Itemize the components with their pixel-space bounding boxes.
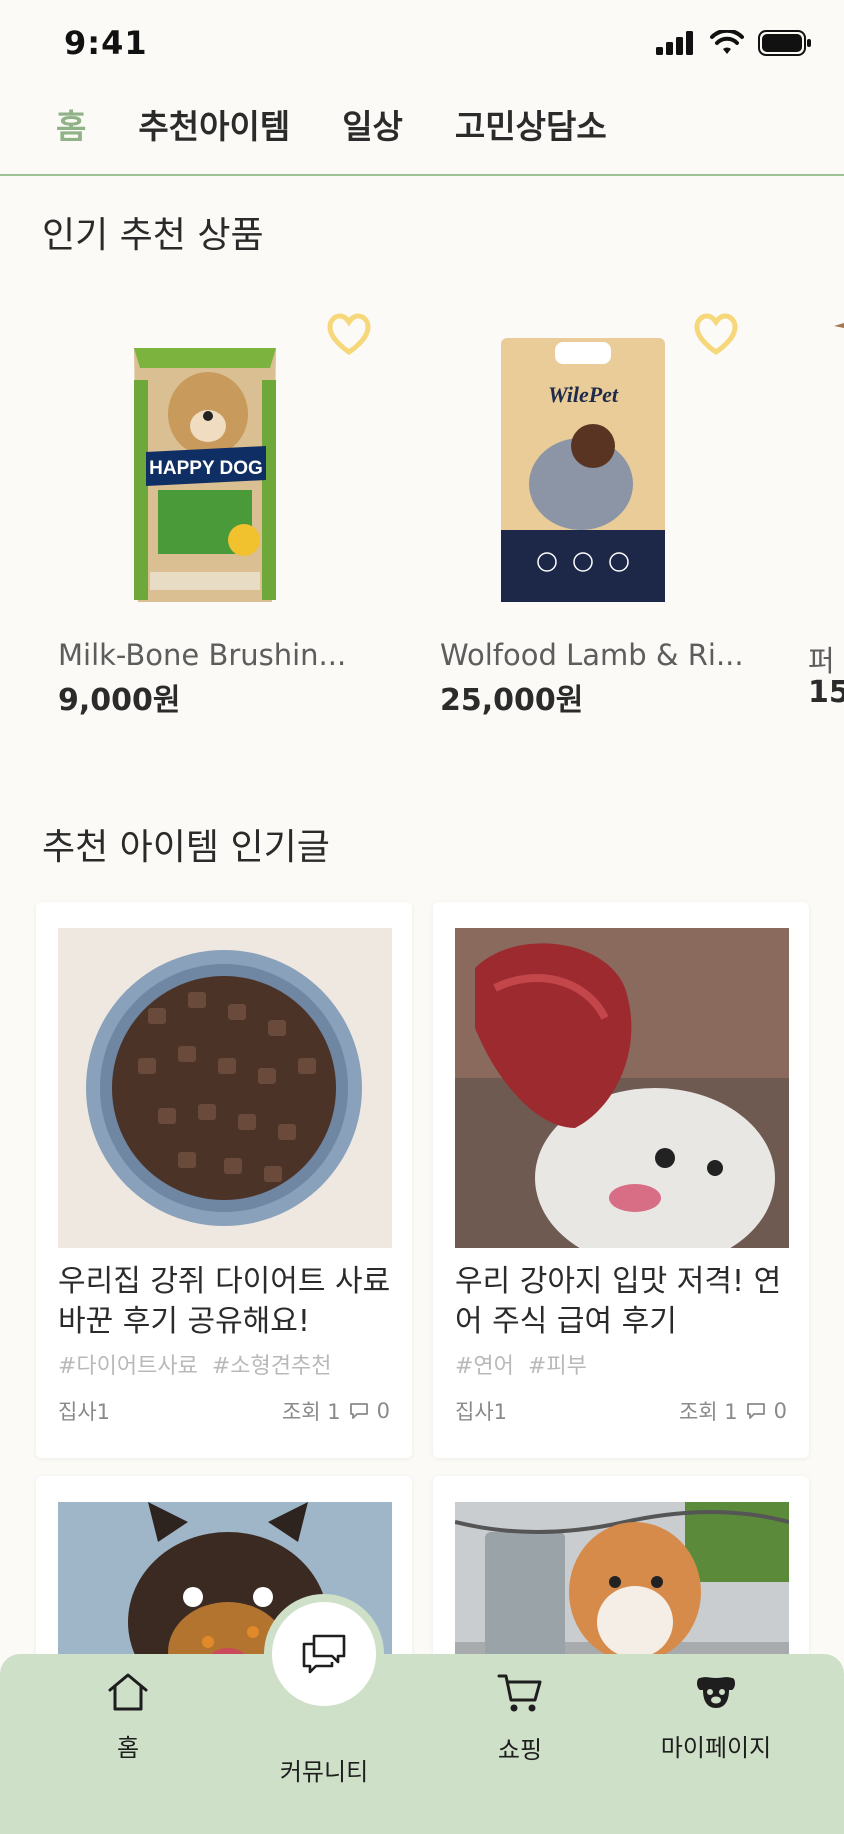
post-image bbox=[58, 928, 392, 1248]
status-icons bbox=[656, 30, 812, 56]
svg-text:WilePet: WilePet bbox=[548, 382, 619, 407]
post-stats: 조회 1 0 bbox=[679, 1396, 787, 1426]
tab-daily[interactable]: 일상 bbox=[342, 100, 403, 148]
post-stats: 조회 1 0 bbox=[282, 1396, 390, 1426]
product-image: WilePet bbox=[501, 338, 665, 602]
product-image bbox=[834, 323, 844, 328]
post-card[interactable]: 우리 강아지 입맛 저격! 연어 주식 급여 후기 #연어 #피부 집사1 조회… bbox=[433, 902, 809, 1458]
chat-icon bbox=[302, 1634, 346, 1674]
nav-label: 커뮤니티 bbox=[279, 1758, 369, 1786]
post-title: 우리 강아지 입맛 저격! 연어 주식 급여 후기 bbox=[455, 1264, 782, 1339]
signal-icon bbox=[656, 31, 693, 55]
post-tags: #다이어트사료 #소형견추천 bbox=[58, 1348, 332, 1380]
tab-home[interactable]: 홈 bbox=[56, 100, 86, 148]
tab-recommended-items[interactable]: 추천아이템 bbox=[138, 100, 290, 148]
home-icon bbox=[108, 1673, 148, 1711]
heart-icon[interactable] bbox=[693, 312, 739, 356]
comment-icon bbox=[746, 1403, 765, 1419]
heart-icon[interactable] bbox=[326, 312, 372, 356]
post-comment-count: 0 bbox=[376, 1399, 390, 1423]
product-image: HAPPY DOG bbox=[134, 348, 276, 602]
product-price: 15, bbox=[808, 675, 844, 710]
bottom-nav: 홈 커뮤니티 쇼핑 마이페이지 bbox=[0, 1654, 844, 1834]
post-card[interactable] bbox=[433, 1476, 809, 1676]
nav-label: 쇼핑 bbox=[497, 1736, 543, 1764]
top-tabs: 홈 추천아이템 일상 고민상담소 bbox=[0, 100, 844, 176]
status-time: 9:41 bbox=[64, 24, 148, 62]
product-name: 퍼 bbox=[808, 644, 835, 678]
nav-community[interactable]: 커뮤니티 bbox=[224, 1740, 424, 1787]
svg-text:HAPPY DOG: HAPPY DOG bbox=[149, 458, 263, 479]
post-tag[interactable]: #피부 bbox=[528, 1354, 587, 1379]
post-image bbox=[455, 1502, 789, 1676]
popular-products-title: 인기 추천 상품 bbox=[42, 215, 264, 256]
dog-face-icon bbox=[697, 1677, 735, 1708]
product-price: 25,000원 bbox=[440, 683, 584, 718]
comment-icon bbox=[349, 1403, 368, 1419]
post-tag[interactable]: #연어 bbox=[455, 1354, 514, 1379]
post-image bbox=[455, 928, 789, 1248]
post-views: 조회 1 bbox=[281, 1400, 341, 1424]
product-card[interactable]: HAPPY DOG Milk-Bone Brushin... 9,000원 bbox=[0, 290, 371, 730]
post-views: 조회 1 bbox=[678, 1400, 738, 1424]
product-name: Milk-Bone Brushin... bbox=[58, 638, 347, 672]
nav-mypage[interactable]: 마이페이지 bbox=[616, 1672, 816, 1763]
battery-icon bbox=[758, 30, 811, 56]
popular-posts-title: 추천 아이템 인기글 bbox=[42, 827, 330, 868]
post-card[interactable]: 우리집 강쥐 다이어트 사료 바꾼 후기 공유해요! #다이어트사료 #소형견추… bbox=[36, 902, 412, 1458]
product-card[interactable]: 퍼 15, bbox=[750, 290, 844, 730]
tab-advice[interactable]: 고민상담소 bbox=[455, 100, 607, 148]
product-price: 9,000원 bbox=[58, 683, 181, 718]
wifi-icon bbox=[710, 30, 744, 54]
post-tag[interactable]: #다이어트사료 bbox=[58, 1354, 198, 1379]
status-bar: 9:41 bbox=[0, 0, 844, 90]
post-tags: #연어 #피부 bbox=[455, 1348, 587, 1380]
post-tag[interactable]: #소형견추천 bbox=[212, 1354, 332, 1379]
product-card[interactable]: WilePet Wolfood Lamb & Ri... 25,000원 bbox=[383, 290, 744, 730]
nav-shopping[interactable]: 쇼핑 bbox=[420, 1672, 620, 1765]
post-title: 우리집 강쥐 다이어트 사료 바꾼 후기 공유해요! bbox=[58, 1264, 391, 1339]
nav-label: 홈 bbox=[116, 1734, 140, 1762]
post-author: 집사1 bbox=[455, 1400, 508, 1424]
nav-label: 마이페이지 bbox=[660, 1734, 772, 1762]
nav-home[interactable]: 홈 bbox=[28, 1672, 228, 1763]
product-name: Wolfood Lamb & Ri... bbox=[440, 638, 744, 672]
post-comment-count: 0 bbox=[773, 1399, 787, 1423]
product-carousel[interactable]: HAPPY DOG Milk-Bone Brushin... 9,000원 Wi… bbox=[0, 290, 844, 730]
post-author: 집사1 bbox=[58, 1400, 111, 1424]
community-fab[interactable] bbox=[264, 1594, 384, 1714]
cart-icon bbox=[497, 1674, 542, 1712]
